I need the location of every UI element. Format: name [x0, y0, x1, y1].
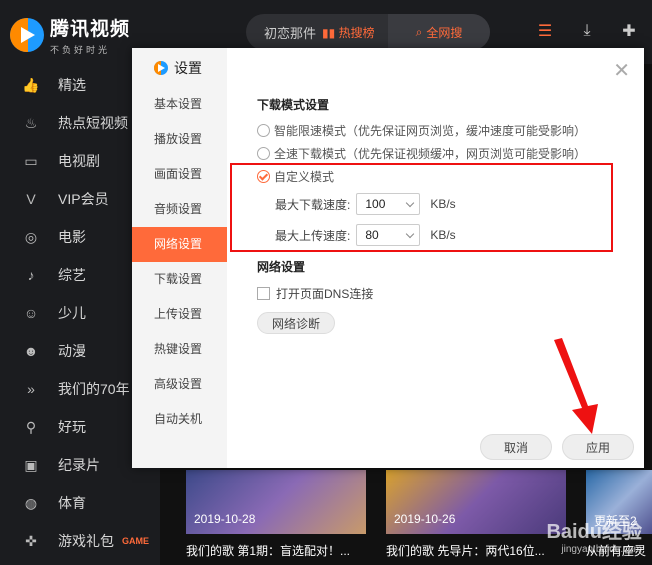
sidebar-item[interactable]: ◍ 体育	[0, 484, 160, 522]
radio-smart-limit[interactable]: 智能限速模式（优先保证网页浏览，缓冲速度可能受影响）	[257, 122, 586, 139]
video-title[interactable]: 我们的歌 先导片：两代16位...	[386, 542, 545, 559]
sidebar-item-label: 综艺	[58, 267, 86, 283]
watermark-url: jingyan.baidu.com	[561, 544, 642, 555]
thumbs-up-icon: 👍	[22, 76, 40, 93]
search-all-label: 全网搜	[426, 25, 463, 40]
vip-icon: V	[26, 191, 36, 207]
network-settings-pane: 下载模式设置 智能限速模式（优先保证网页浏览，缓冲速度可能受影响） 全速下载模式…	[257, 48, 644, 468]
settings-menu-item[interactable]: 热键设置	[132, 332, 227, 367]
radio-button[interactable]	[257, 147, 270, 160]
radio-button-selected[interactable]	[257, 170, 270, 183]
tv-icon: ▭	[24, 152, 38, 169]
joystick-icon: ⚲	[25, 418, 37, 435]
search-box[interactable]: 初恋那件 ▮▮ 热搜榜 ⌕ 全网搜	[246, 14, 490, 50]
hot-rank-label: 热搜榜	[338, 25, 375, 40]
microphone-icon: ♪	[27, 267, 35, 283]
settings-menu-item[interactable]: 音频设置	[132, 192, 227, 227]
sidebar-item-label: 电视剧	[58, 153, 100, 169]
network-settings-title: 网络设置	[257, 260, 306, 274]
radio-label: 智能限速模式（优先保证网页浏览，缓冲速度可能受影响）	[274, 124, 587, 138]
child-icon: ☺	[23, 305, 39, 321]
cancel-button[interactable]: 取消	[480, 434, 552, 460]
sidebar-item-label: 游戏礼包	[58, 533, 114, 549]
play-logo-icon	[10, 18, 44, 52]
app-name: 腾讯视频	[50, 19, 131, 40]
settings-menu-item[interactable]: 网络设置	[132, 227, 227, 262]
sidebar-item[interactable]: ✜ 游戏礼包 GAME	[0, 522, 160, 560]
settings-menu-item[interactable]: 下载设置	[132, 262, 227, 297]
search-all-button[interactable]: ⌕ 全网搜	[388, 14, 490, 50]
radio-label: 全速下载模式（优先保证视频缓冲，网页浏览可能受影响）	[274, 147, 587, 161]
basketball-icon: ◍	[24, 494, 38, 511]
sidebar-item-label: 好玩	[58, 419, 86, 435]
settings-menu-item[interactable]: 高级设置	[132, 367, 227, 402]
settings-menu-item[interactable]: 自动关机	[132, 402, 227, 437]
settings-menu-item[interactable]: 播放设置	[132, 122, 227, 157]
video-title[interactable]: 我们的歌 第1期：盲选配对！...	[186, 542, 350, 559]
camera-icon: ▣	[24, 456, 38, 473]
video-date: 2019-10-28	[194, 512, 256, 526]
history-icon[interactable]: ☰	[534, 20, 556, 42]
cartoon-face-icon: ☻	[23, 343, 39, 359]
radio-button[interactable]	[257, 124, 270, 137]
play-logo-icon	[154, 61, 168, 75]
dns-label: 打开页面DNS连接	[276, 287, 374, 301]
sidebar-item-label: 体育	[58, 495, 86, 511]
max-upload-select[interactable]: 80	[356, 224, 421, 246]
watermark-brand: Baidu经验	[546, 521, 642, 543]
max-download-row: 最大下载速度: 100 KB/s	[275, 193, 456, 215]
sidebar-item-label: 电影	[58, 229, 86, 245]
radio-label: 自定义模式	[274, 170, 335, 184]
sidebar-item-label: 动漫	[58, 343, 86, 359]
settings-header: 设置	[154, 58, 202, 78]
max-upload-label: 最大上传速度:	[275, 228, 351, 243]
settings-sidebar: 设置 基本设置 播放设置 画面设置 音频设置 网络设置 下载设置 上传设置 热键设置 高级设置自…	[132, 48, 227, 468]
flame-icon: ♨	[24, 114, 38, 131]
film-reel-icon: ◎	[24, 228, 38, 245]
max-download-label: 最大下载速度:	[275, 197, 351, 212]
max-upload-row: 最大上传速度: 80 KB/s	[275, 224, 456, 246]
sidebar-item-label: 热点短视频	[58, 115, 128, 131]
settings-menu-item[interactable]: 上传设置	[132, 297, 227, 332]
bar-chart-icon: ▮▮	[322, 25, 336, 40]
video-date: 2019-10-26	[394, 512, 456, 526]
checkbox[interactable]	[257, 287, 270, 300]
dns-option[interactable]: 打开页面DNS连接	[257, 285, 373, 302]
unit-label: KB/s	[430, 228, 456, 242]
sidebar-item-label: VIP会员	[58, 191, 109, 207]
game-badge: GAME	[122, 536, 149, 546]
sidebar-item-label: 纪录片	[58, 457, 100, 473]
download-icon[interactable]: ⤓	[576, 20, 598, 42]
settings-dialog: 设置 基本设置 播放设置 画面设置 音频设置 网络设置 下载设置 上传设置 热键设置 高级设置自…	[132, 48, 644, 468]
network-diagnose-button[interactable]: 网络诊断	[257, 312, 335, 334]
unit-label: KB/s	[430, 197, 456, 211]
app-slogan: 不负好时光	[50, 45, 111, 55]
settings-menu: 基本设置 播放设置 画面设置 音频设置 网络设置 下载设置 上传设置 热键设置 高级设置 自动关机	[132, 87, 227, 437]
hot-search-text[interactable]: 初恋那件	[246, 23, 316, 42]
download-mode-title: 下载模式设置	[257, 98, 330, 112]
sidebar-item-label: 精选	[58, 77, 86, 93]
game-controller-icon[interactable]: ✚	[618, 20, 640, 42]
search-icon: ⌕	[415, 24, 423, 39]
sidebar-item-label: 少儿	[58, 305, 86, 321]
hot-rank-link[interactable]: ▮▮ 热搜榜	[322, 24, 375, 41]
app-logo[interactable]: 腾讯视频 不负好时光	[10, 14, 130, 56]
sidebar-item-label: 我们的70年	[58, 381, 130, 397]
radio-full-speed[interactable]: 全速下载模式（优先保证视频缓冲，网页浏览可能受影响）	[257, 145, 586, 162]
watermark: Baidu经验 jingyan.baidu.com	[546, 515, 642, 555]
max-download-select[interactable]: 100	[356, 193, 421, 215]
gamepad-icon: ✜	[25, 532, 37, 549]
chevron-double-icon: »	[27, 381, 35, 397]
radio-custom[interactable]: 自定义模式	[257, 168, 334, 185]
settings-menu-item[interactable]: 基本设置	[132, 87, 227, 122]
apply-button[interactable]: 应用	[562, 434, 634, 460]
settings-menu-item[interactable]: 画面设置	[132, 157, 227, 192]
settings-title: 设置	[174, 60, 202, 76]
